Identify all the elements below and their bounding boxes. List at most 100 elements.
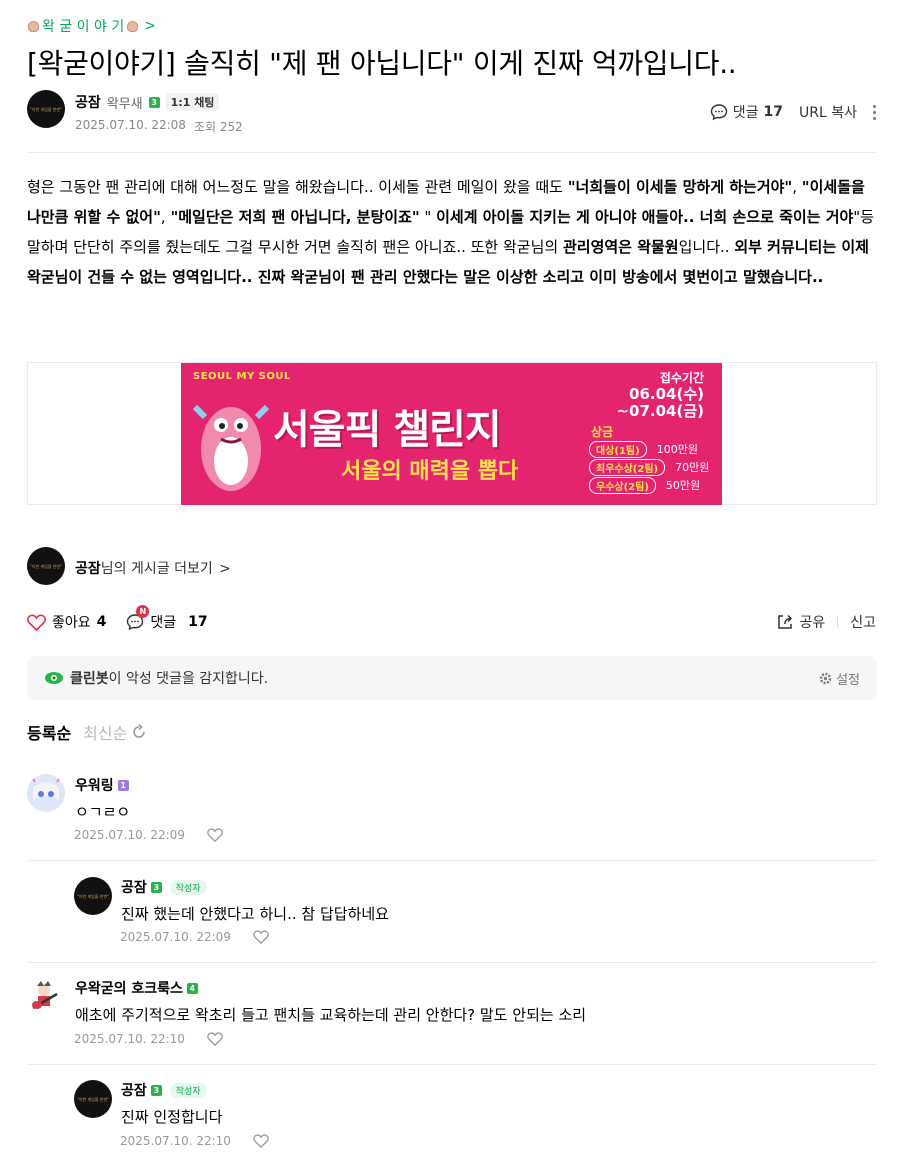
banner-prize-row: 최우수상(2팀) 70만원 (589, 459, 709, 476)
heart-icon[interactable] (253, 930, 269, 944)
reaction-bar: 좋아요 4 N 댓글 17 (27, 605, 208, 632)
like-label: 좋아요 (52, 615, 91, 631)
comment-author-name[interactable]: 공잠 (121, 1080, 147, 1100)
comment-text: ㅇㄱㄹㅇ (75, 803, 131, 821)
comment-author: 우왁굳의 호크룩스 4 (75, 978, 198, 998)
body-bold: "너희들이 이세돌 망하게 하는거야" (567, 178, 793, 196)
more-posts-author: 공잠 (75, 561, 101, 577)
body-text: 입니다.. (678, 238, 735, 256)
body-bold: 관리영역은 왁물원 (562, 238, 679, 256)
cleanbot-settings-button[interactable]: 설정 (819, 669, 860, 688)
level-badge-icon: 4 (186, 982, 198, 994)
comment-divider (27, 1064, 876, 1065)
commenter-avatar[interactable]: "이번 게임을 한번" (74, 877, 112, 915)
banner-prize-row: 대상(1팀) 100만원 (589, 441, 698, 458)
author-avatar-small[interactable]: "이번 게임을 한번" (27, 547, 65, 585)
banner-period: 접수기간 06.04(수) ~07.04(금) (616, 369, 704, 420)
chat-button[interactable]: 1:1 채팅 (165, 93, 220, 111)
level-badge-icon: 3 (148, 96, 160, 108)
heart-icon[interactable] (253, 1134, 269, 1148)
comment-divider (27, 962, 876, 963)
board-pin-icon (28, 20, 39, 32)
prize-label: 최우수상(2팀) (589, 459, 666, 476)
comment-date: 2025.07.10. 22:09 (120, 930, 231, 944)
more-posts-link[interactable]: 공잠님의 게시글 더보기 > (75, 558, 231, 578)
banner-prize-label: 상금 (591, 425, 614, 439)
body-text: , (792, 178, 802, 196)
comment-meta: 2025.07.10. 22:10 (74, 1032, 223, 1046)
post-body: 형은 그동안 팬 관리에 대해 어느정도 말을 해왔습니다.. 이세돌 관련 메… (27, 172, 877, 292)
comment-link-label: 댓글 (732, 105, 759, 121)
comment-author: 공잠 3 작성자 (121, 1080, 207, 1100)
comment-date: 2025.07.10. 22:09 (74, 828, 185, 842)
like-button[interactable]: 좋아요 4 (27, 612, 106, 632)
banner-headline: 서울픽 챌린지 (273, 407, 502, 453)
cleanbot-message: 클린봇이 악성 댓글을 감지합니다. (44, 668, 268, 688)
commenter-avatar[interactable] (27, 774, 65, 812)
heart-icon[interactable] (207, 828, 223, 842)
post-title: [왁굳이야기] 솔직히 "제 팬 아닙니다" 이게 진짜 억까입니다.. (27, 47, 737, 80)
banner-period-end: ~07.04(금) (616, 402, 704, 420)
comment-toggle-label: 댓글 (150, 615, 177, 631)
commenter-avatar[interactable] (27, 978, 65, 1016)
prize-amount: 50만원 (665, 479, 701, 492)
body-text: " (419, 208, 437, 226)
sort-by-latest[interactable]: 최신순 (83, 720, 147, 744)
comment-author: 우워링 1 (75, 775, 129, 795)
author-avatar-text: "이번 게임을 한번" (30, 106, 62, 112)
level-badge-icon: 3 (150, 881, 162, 893)
comment-text: 진짜 인정합니다 (121, 1108, 223, 1126)
header-divider (27, 152, 876, 153)
comment-date: 2025.07.10. 22:10 (120, 1134, 231, 1148)
url-copy-button[interactable]: URL 복사 (799, 102, 857, 122)
prize-amount: 70만원 (675, 461, 710, 474)
like-count: 4 (96, 614, 107, 630)
gear-icon (819, 672, 832, 685)
comment-toggle-button[interactable]: N 댓글 17 (126, 605, 208, 632)
commenter-avatar[interactable]: "이번 게임을 한번" (74, 1080, 112, 1118)
report-button[interactable]: 신고 (850, 612, 876, 632)
comment-meta: 2025.07.10. 22:09 (120, 930, 269, 944)
chevron-right-icon: > (219, 561, 231, 577)
cleanbot-notice: 클린봇이 악성 댓글을 감지합니다. 설정 (27, 656, 877, 700)
author-name[interactable]: 공잠 (75, 92, 101, 112)
comment-text: 진짜 했는데 안했다고 하니.. 참 답답하네요 (121, 905, 389, 923)
more-options-icon[interactable] (873, 104, 876, 120)
comment-link-button[interactable]: 댓글 17 (710, 102, 783, 122)
comment-author-name[interactable]: 우왁굳의 호크룩스 (75, 978, 183, 998)
post-date: 2025.07.10. 22:08 (75, 118, 186, 132)
comment-meta: 2025.07.10. 22:09 (74, 828, 223, 842)
sort-by-registration[interactable]: 등록순 (27, 720, 71, 744)
comment-author-name[interactable]: 공잠 (121, 877, 147, 897)
author-avatar-text: "이번 게임을 한번" (77, 893, 109, 899)
share-button[interactable]: 공유 (776, 612, 825, 632)
divider (837, 616, 839, 628)
writer-badge: 작성자 (169, 1082, 207, 1098)
comment-meta: 2025.07.10. 22:10 (120, 1134, 269, 1148)
level-badge-icon: 3 (150, 1084, 162, 1096)
cleanbot-text: 이 악성 댓글을 감지합니다. (108, 671, 269, 687)
settings-label: 설정 (836, 673, 860, 688)
post-meta: 2025.07.10. 22:08 조회 252 (75, 118, 243, 135)
comment-author-name[interactable]: 우워링 (75, 775, 114, 795)
comment-bubble-icon (710, 104, 727, 121)
body-bold: "메일단은 저희 팬 아닙니다, 분탕이죠" (170, 208, 420, 226)
monster-mascot-icon (192, 404, 270, 491)
author-avatar-text: "이번 게임을 한번" (77, 1096, 109, 1102)
body-text: , (160, 208, 171, 226)
share-icon (778, 614, 793, 629)
author-avatar[interactable]: "이번 게임을 한번" (27, 90, 65, 128)
guitar-character-avatar-icon (32, 981, 58, 1010)
ad-banner[interactable]: SEOUL MY SOUL 서울픽 챌린지 서울의 매력을 뽑다 접수기간 06… (181, 363, 722, 505)
sort-latest-label: 최신순 (83, 724, 128, 743)
share-label: 공유 (799, 615, 826, 631)
banner-period-start: 06.04(수) (629, 385, 704, 403)
body-bold: 이세계 아이돌 지키는 게 아니야 애들아.. 너희 손으로 죽이는 거야 (436, 208, 854, 226)
board-pin-icon-right (127, 20, 139, 32)
heart-icon[interactable] (207, 1032, 223, 1046)
post-header-actions: 댓글 17 URL 복사 (710, 102, 876, 122)
author-avatar-text: "이번 게임을 한번" (30, 563, 62, 569)
cafe-board-link[interactable]: 왁 굳 이 야 기 > (28, 16, 156, 36)
cleanbot-name: 클린봇 (70, 671, 109, 687)
heart-icon (27, 614, 46, 631)
